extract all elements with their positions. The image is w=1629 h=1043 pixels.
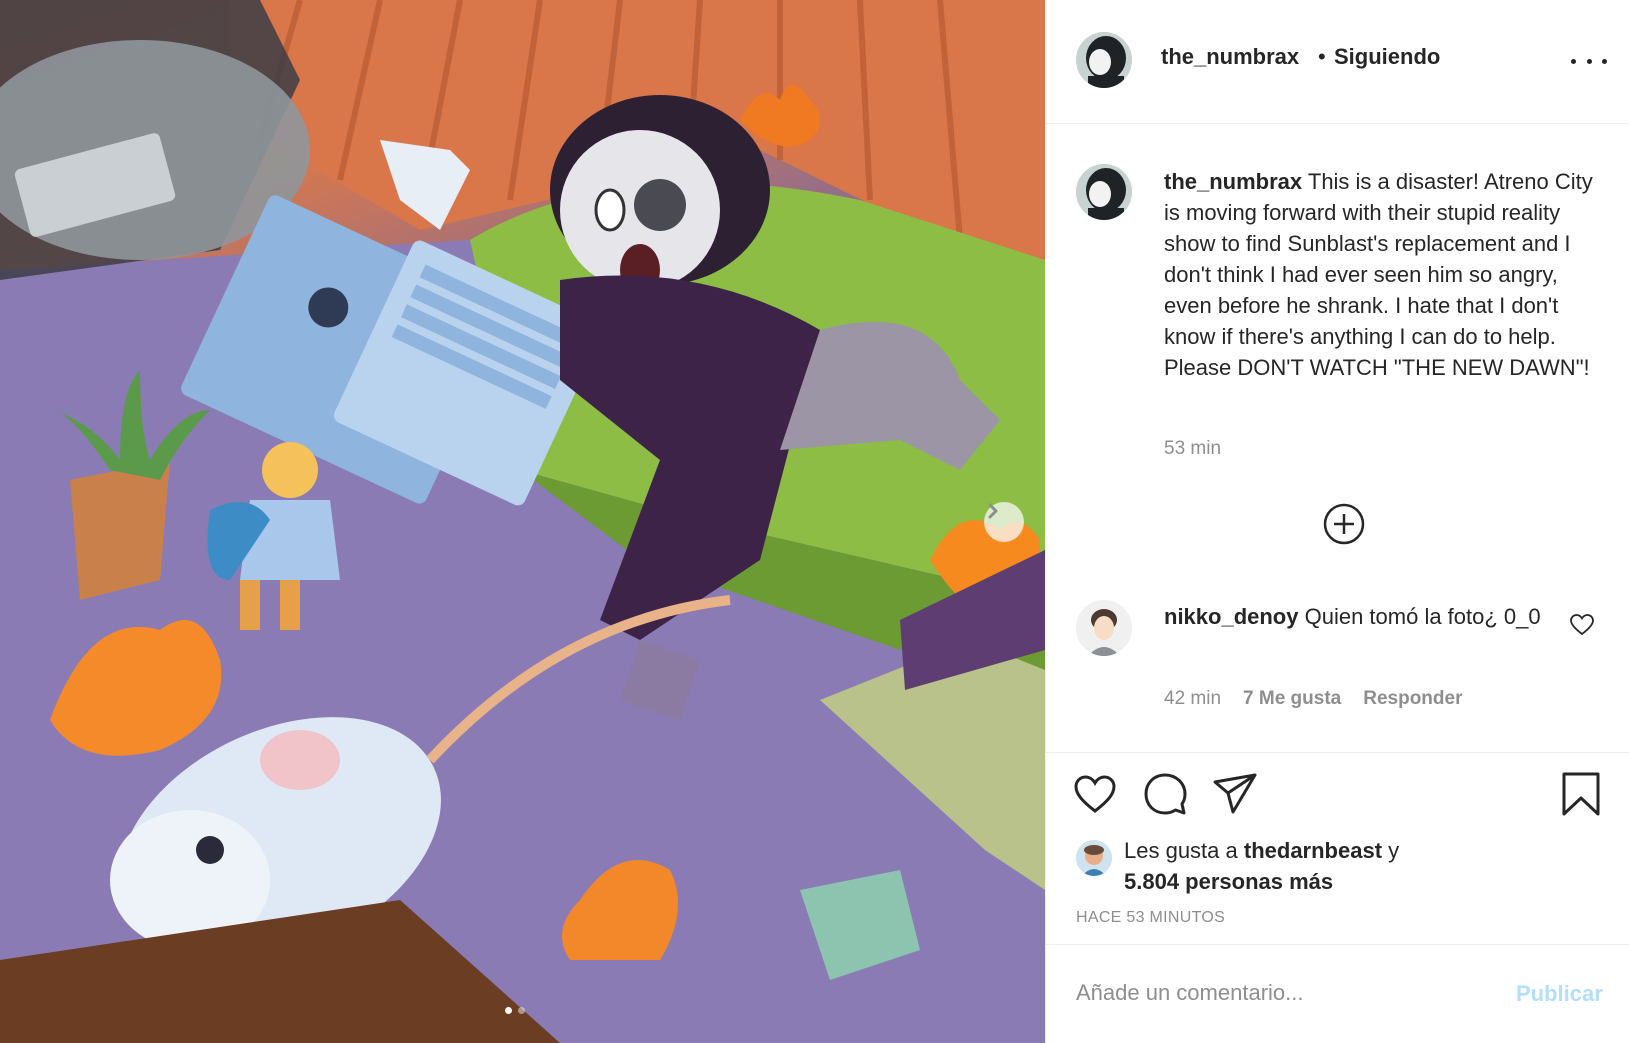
more-options-button[interactable] (1571, 50, 1607, 72)
comment-text: Quien tomó la foto¿ 0_0 (1304, 604, 1541, 629)
likes-prefix: Les gusta a (1124, 838, 1238, 863)
post-actions: Les gusta a thedarnbeast y 5.804 personas… (1046, 752, 1629, 944)
commenter-avatar[interactable] (1076, 600, 1132, 656)
comment-likes-count[interactable]: 7 Me gusta (1243, 688, 1341, 710)
add-comment-bar: Publicar (1046, 944, 1629, 1043)
comment-button[interactable] (1142, 771, 1188, 817)
carousel-dot (518, 1007, 525, 1014)
caption-time: 53 min (1164, 438, 1222, 459)
likes-others-link[interactable]: 5.804 personas más (1124, 869, 1333, 894)
comment-like-button[interactable] (1570, 614, 1594, 636)
comment-reply-button[interactable]: Responder (1363, 688, 1462, 710)
comment-input[interactable] (1076, 973, 1486, 1013)
load-more-comments-button[interactable] (1322, 502, 1366, 546)
author-username[interactable]: the_numbrax (1161, 44, 1299, 70)
carousel-indicator (505, 1007, 525, 1014)
likes-text: Les gusta a thedarnbeast y 5.804 personas… (1124, 835, 1584, 897)
comment-username[interactable]: nikko_denoy (1164, 604, 1298, 629)
post-image[interactable] (0, 0, 1045, 1043)
plus-circle-icon (1323, 503, 1365, 545)
chevron-right-icon (988, 503, 998, 519)
more-horizontal-icon (1571, 58, 1576, 64)
liker-username[interactable]: thedarnbeast (1244, 838, 1382, 863)
comment-body: nikko_denoy Quien tomó la foto¿ 0_0 (1164, 601, 1544, 632)
heart-outline-icon (1570, 614, 1594, 636)
heart-icon (1074, 775, 1116, 813)
liker-avatar[interactable] (1076, 840, 1112, 876)
comment-time: 42 min (1164, 688, 1222, 709)
post-timestamp[interactable]: HACE 53 MINUTOS (1076, 909, 1225, 927)
header-separator: • (1318, 44, 1326, 69)
paper-plane-icon (1213, 773, 1257, 814)
save-button[interactable] (1558, 771, 1604, 817)
caption-author-avatar[interactable] (1076, 164, 1132, 220)
caption-username[interactable]: the_numbrax (1164, 169, 1302, 194)
post-sidebar: the_numbrax • Siguiendo the_numbrax This… (1045, 0, 1629, 1043)
caption-text: This is a disaster! Atreno City is movin… (1164, 169, 1593, 380)
carousel-next-button[interactable] (984, 502, 1024, 542)
like-button[interactable] (1072, 771, 1118, 817)
likes-joiner: y (1388, 838, 1400, 863)
illustration (0, 0, 1045, 1043)
comment-meta: 42 min 7 Me gusta Responder (1164, 688, 1462, 710)
post-header: the_numbrax • Siguiendo (1046, 0, 1629, 124)
author-avatar[interactable] (1076, 32, 1132, 88)
share-button[interactable] (1212, 771, 1258, 817)
following-button[interactable]: Siguiendo (1334, 44, 1440, 70)
bookmark-icon (1562, 772, 1600, 816)
speech-bubble-icon (1144, 773, 1187, 815)
publish-button[interactable]: Publicar (1516, 981, 1603, 1007)
carousel-dot-active (505, 1007, 512, 1014)
caption-body: the_numbrax This is a disaster! Atreno C… (1164, 166, 1604, 383)
